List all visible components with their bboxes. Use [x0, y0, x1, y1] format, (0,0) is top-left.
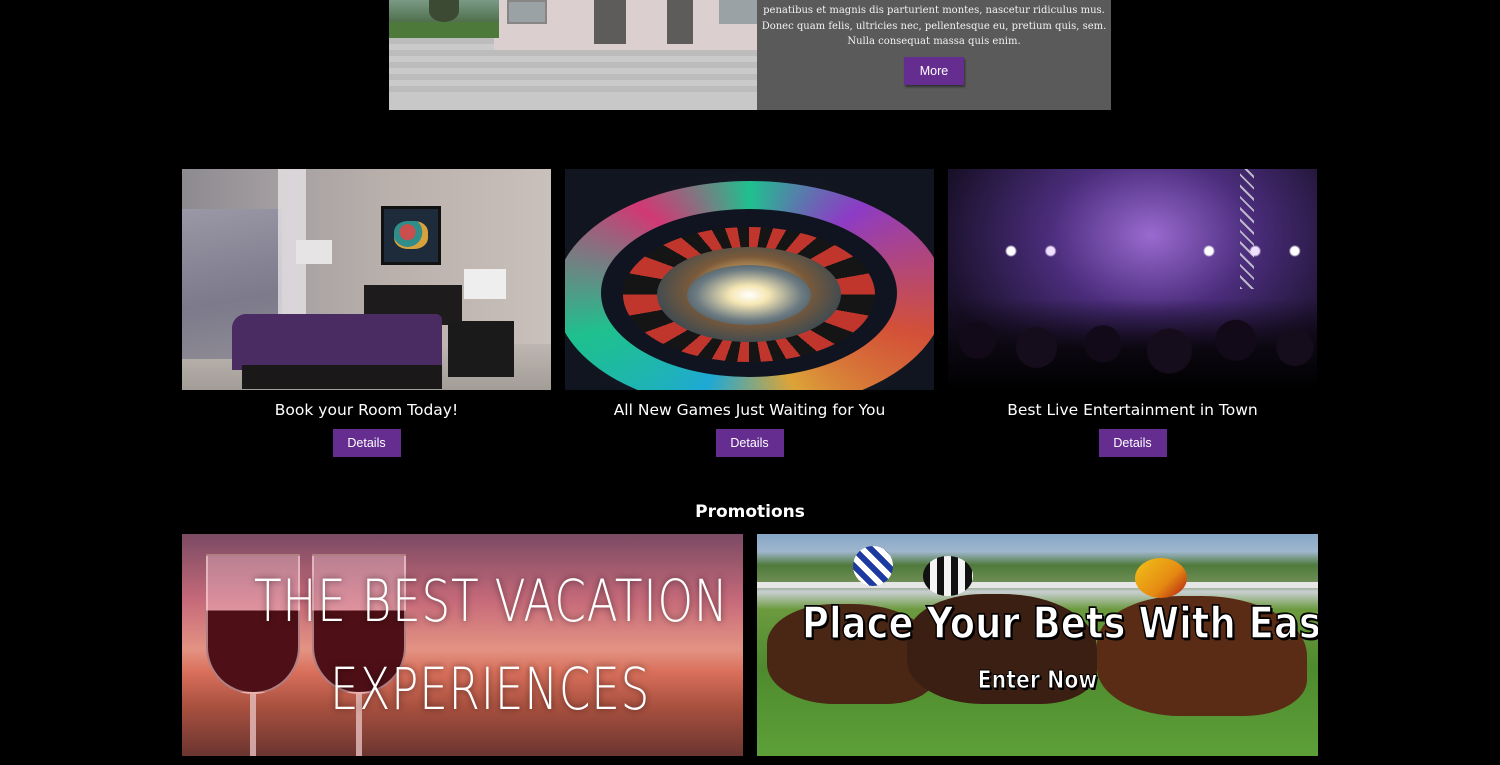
hero-building-image — [389, 0, 757, 110]
hero-text-line: penatibus et magnis dis parturient monte… — [763, 5, 1105, 16]
hero-text-panel: penatibus et magnis dis parturient monte… — [757, 0, 1111, 110]
card-title: Best Live Entertainment in Town — [1007, 401, 1258, 419]
room-image[interactable] — [182, 169, 551, 390]
card-title: Book your Room Today! — [274, 401, 459, 419]
details-button[interactable]: Details — [715, 429, 784, 457]
promo-vacation-line1: THE BEST VACATION — [254, 567, 729, 635]
jockey-image — [853, 546, 893, 586]
card-rooms: Book your Room Today! Details — [182, 169, 551, 457]
promo-vacation-banner[interactable]: THE BEST VACATION EXPERIENCES — [182, 534, 743, 756]
hero-text-line: Donec quam felis, ultricies nec, pellent… — [761, 20, 1107, 32]
card-title: All New Games Just Waiting for You — [613, 401, 886, 419]
promo-bets-title: Place Your Bets With Ease — [801, 597, 1318, 650]
promotions-heading: Promotions — [695, 502, 805, 522]
roulette-image[interactable] — [565, 169, 934, 390]
hero-text-line: Nulla consequat massa quis enim. — [847, 36, 1021, 47]
details-button[interactable]: Details — [332, 429, 401, 457]
jockey-image — [1135, 558, 1187, 598]
details-button[interactable]: Details — [1098, 429, 1167, 457]
promo-bets-banner[interactable]: Place Your Bets With Ease Enter Now — [757, 534, 1318, 756]
feature-cards: Book your Room Today! Details All New Ga… — [182, 169, 1317, 469]
concert-image[interactable] — [948, 169, 1317, 390]
card-games: All New Games Just Waiting for You Detai… — [565, 169, 934, 457]
promo-vacation-line2: EXPERIENCES — [330, 655, 651, 723]
hero-section: penatibus et magnis dis parturient monte… — [389, 0, 1111, 110]
more-button[interactable]: More — [904, 56, 964, 85]
jockey-image — [923, 556, 973, 596]
card-entertainment: Best Live Entertainment in Town Details — [948, 169, 1317, 457]
promo-bets-cta[interactable]: Enter Now — [807, 664, 1267, 696]
